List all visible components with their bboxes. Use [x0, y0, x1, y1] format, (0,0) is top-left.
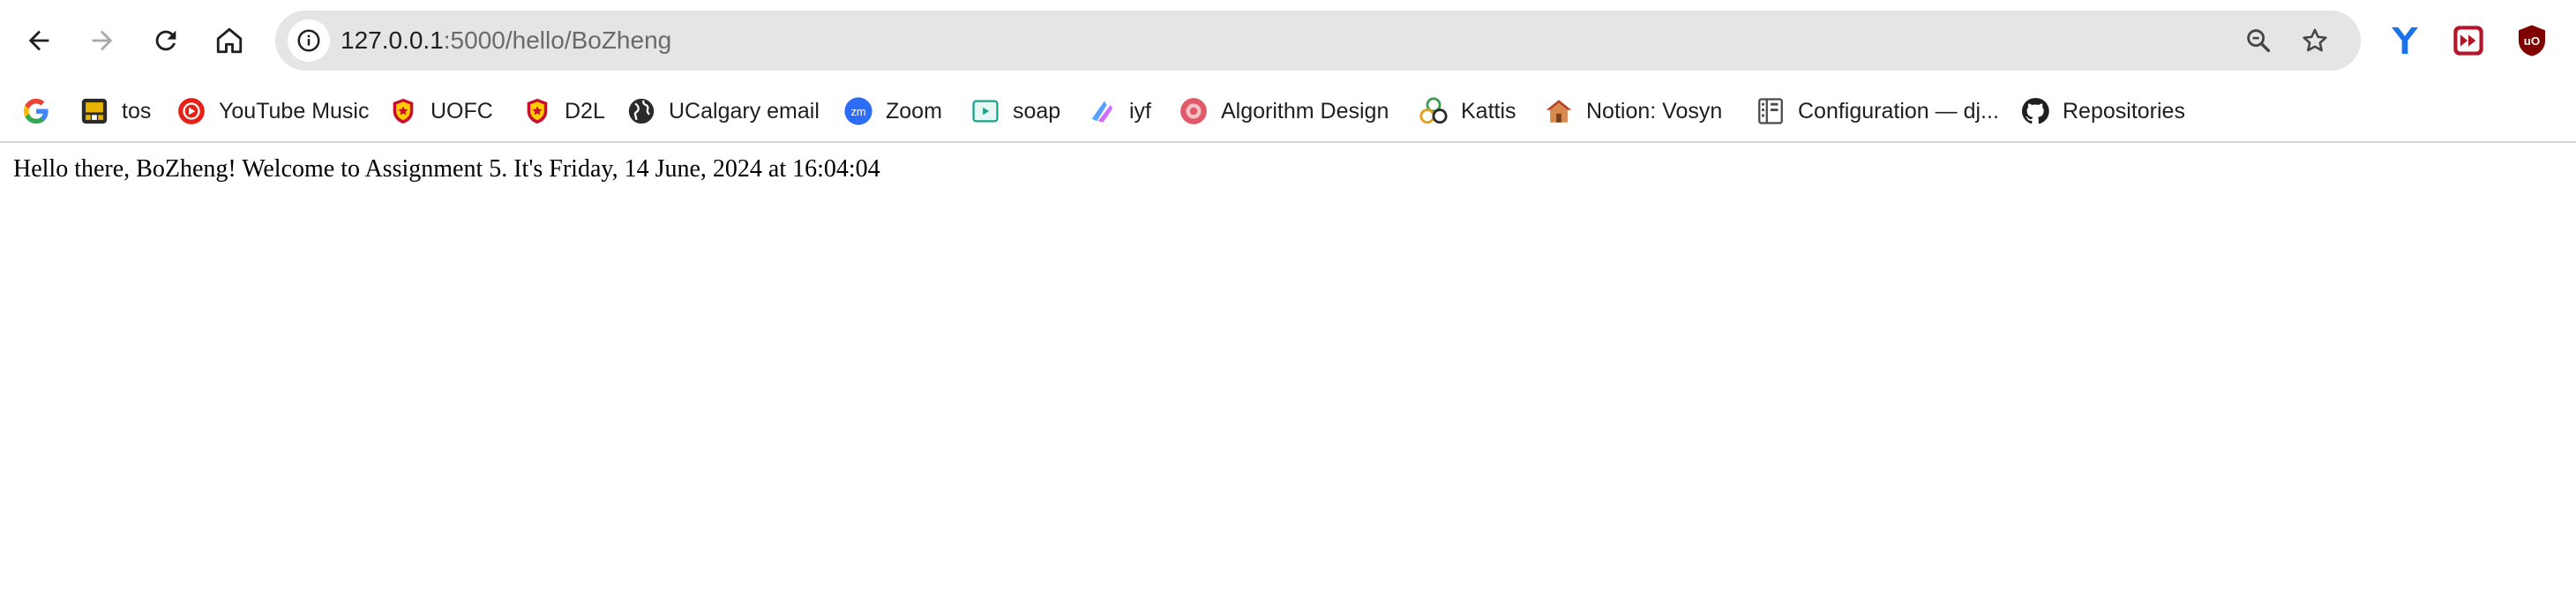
ublock-origin-icon: uO [2519, 25, 2545, 56]
ublock-origin-button[interactable]: uO [2511, 19, 2553, 62]
bookmark-ucalgary-email[interactable]: UCalgary email [618, 90, 828, 132]
bookmark-google[interactable] [12, 90, 60, 132]
svg-text:uO: uO [2524, 34, 2541, 48]
ucalgary-shield-icon [388, 96, 418, 126]
zoom-icon: zm [843, 96, 873, 126]
youtube-music-icon [176, 96, 206, 126]
address-bar[interactable]: 127.0.0.1:5000/hello/BoZheng [275, 11, 2361, 71]
bookmark-repositories[interactable]: Repositories [2011, 90, 2194, 132]
page-content: Hello there, BoZheng! Welcome to Assignm… [0, 143, 2576, 614]
bookmark-notion-vosyn[interactable]: Notion: Vosyn [1535, 90, 1731, 132]
bookmark-label: Kattis [1461, 98, 1516, 124]
bookmark-label: Algorithm Design [1221, 98, 1389, 124]
algorithm-design-icon [1179, 96, 1209, 126]
browser-toolbar: 127.0.0.1:5000/hello/BoZheng uO [0, 0, 2576, 81]
google-icon [21, 96, 51, 126]
y-extension-icon [2392, 27, 2418, 54]
url-host: 127.0.0.1 [341, 26, 444, 54]
bookmark-label: YouTube Music [219, 98, 370, 124]
github-icon [2020, 96, 2050, 126]
bookmark-label: iyf [1129, 98, 1151, 124]
bookmark-d2l[interactable]: D2L [513, 90, 614, 132]
back-arrow-icon [28, 30, 49, 51]
home-button[interactable] [201, 12, 258, 69]
bookmark-tos[interactable]: tos [71, 90, 160, 132]
bookmark-label: Configuration — dj... [1798, 98, 1999, 124]
bookmark-kattis[interactable]: Kattis [1410, 90, 1525, 132]
bookmark-label: tos [122, 98, 152, 124]
reload-icon [155, 30, 176, 51]
extension-y-button[interactable] [2384, 19, 2426, 62]
back-button[interactable] [11, 12, 67, 69]
ucalgary-shield-icon [522, 96, 552, 126]
globe-icon [626, 96, 656, 126]
reload-button[interactable] [138, 12, 194, 69]
bookmark-uofc[interactable]: UOFC [379, 90, 502, 132]
bookmark-label: UOFC [431, 98, 493, 124]
iyf-icon [1087, 96, 1117, 126]
bookmark-label: Zoom [886, 98, 942, 124]
site-info-button[interactable] [288, 19, 330, 62]
bookmark-label: soap [1013, 98, 1061, 124]
magnifier-icon [2247, 29, 2271, 53]
django-doc-icon [1756, 96, 1786, 126]
bookmark-label: D2L [565, 98, 605, 124]
tos-icon [79, 96, 109, 126]
url-path: :5000/hello/BoZheng [443, 26, 672, 54]
star-icon [2303, 28, 2327, 52]
home-icon [216, 27, 243, 54]
bookmark-youtube-music[interactable]: YouTube Music [168, 90, 378, 132]
svg-text:zm: zm [851, 105, 866, 118]
soap-icon [970, 96, 1000, 126]
bookmark-star-button[interactable] [2297, 23, 2333, 58]
bookmark-configuration[interactable]: Configuration — dj... [1747, 90, 2008, 132]
fast-forward-extension-icon [2453, 26, 2483, 56]
info-icon [297, 29, 320, 52]
house-icon [1544, 96, 1574, 126]
url-text[interactable]: 127.0.0.1:5000/hello/BoZheng [341, 11, 671, 71]
bookmark-iyf[interactable]: iyf [1078, 90, 1160, 132]
bookmark-label: Repositories [2063, 98, 2185, 124]
forward-button[interactable] [74, 12, 131, 69]
bookmarks-bar: tos YouTube Music UOFC D2L UCalgary emai… [0, 81, 2576, 143]
forward-arrow-icon [92, 30, 113, 51]
bookmark-zoom[interactable]: zm Zoom [835, 90, 951, 132]
bookmark-label: Notion: Vosyn [1586, 98, 1723, 124]
bookmark-label: UCalgary email [669, 98, 820, 124]
bookmark-algorithm-design[interactable]: Algorithm Design [1170, 90, 1397, 132]
kattis-icon [1419, 96, 1449, 126]
extension-fastforward-button[interactable] [2447, 19, 2490, 62]
zoom-indicator-button[interactable] [2241, 23, 2276, 58]
bookmark-soap[interactable]: soap [962, 90, 1069, 132]
greeting-text: Hello there, BoZheng! Welcome to Assignm… [13, 155, 880, 183]
